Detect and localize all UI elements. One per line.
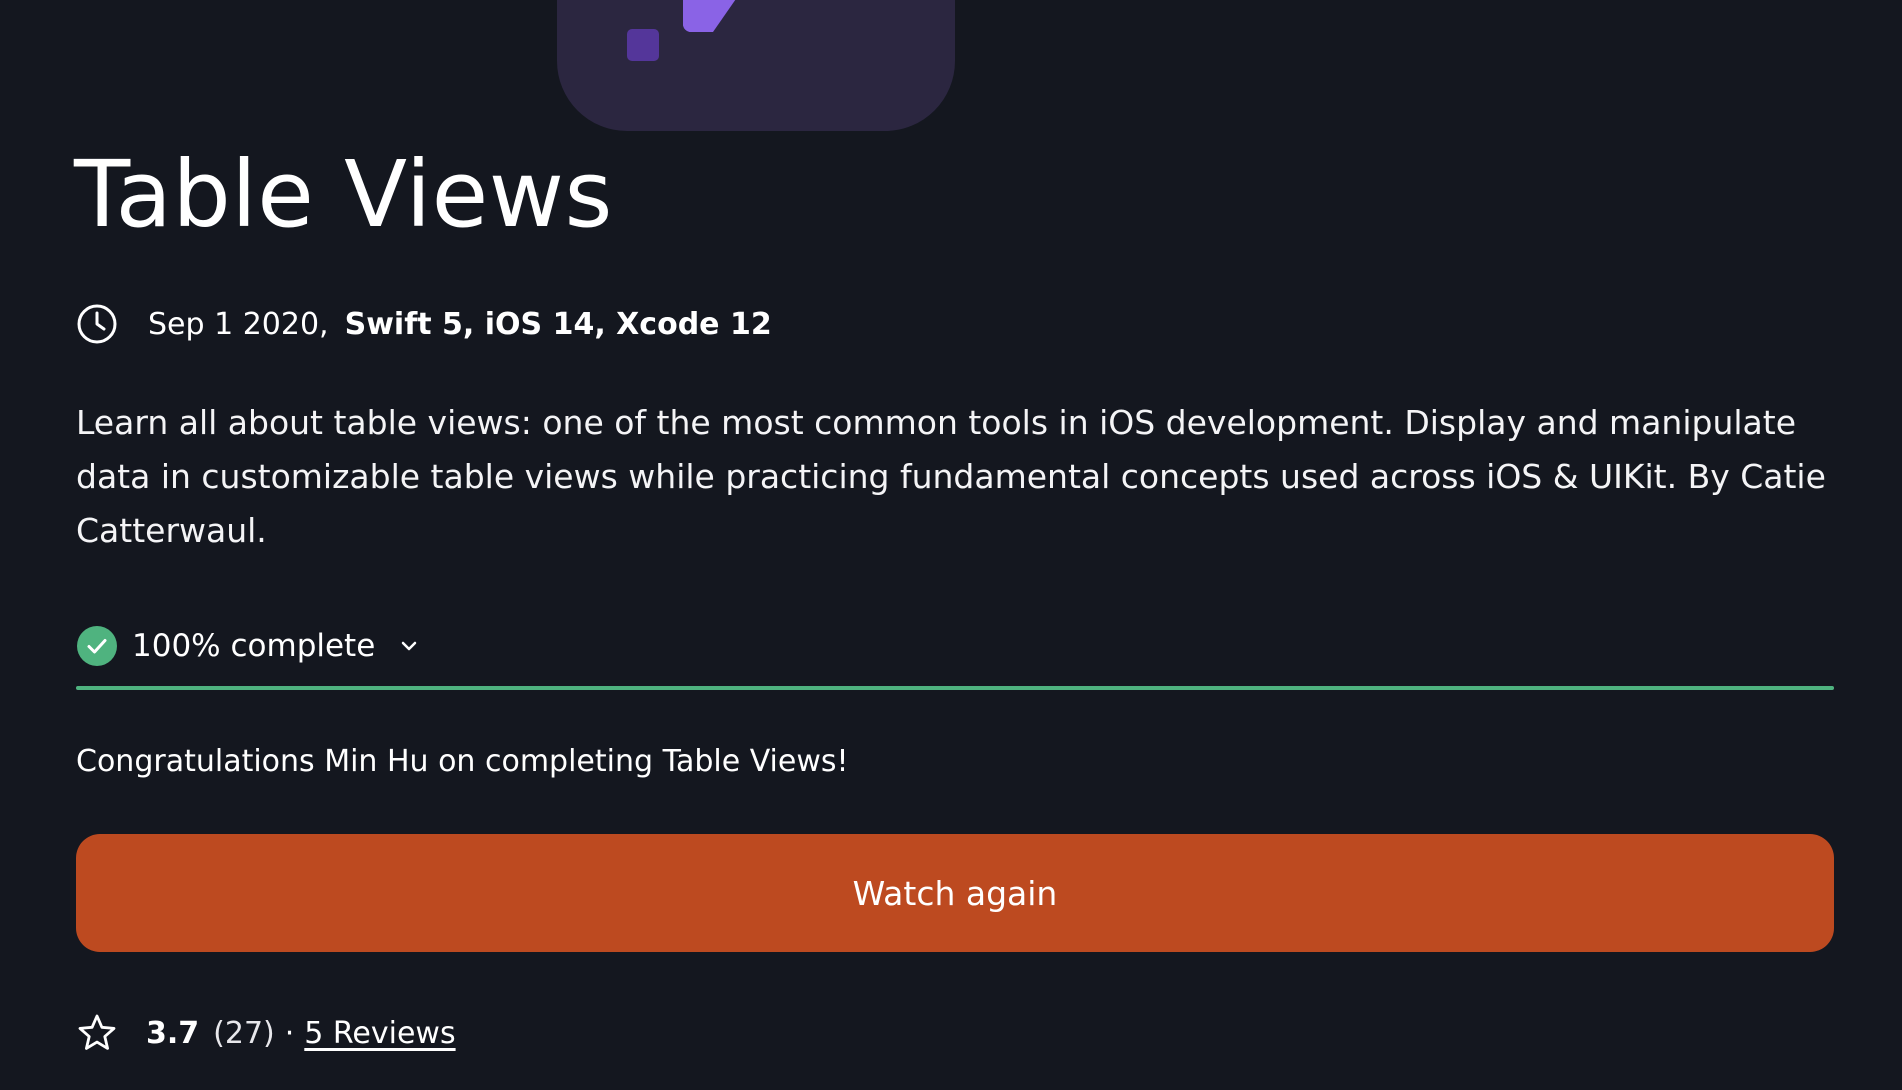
course-description: Learn all about table views: one of the … (76, 403, 1826, 550)
progress-dropdown[interactable]: 100% complete (76, 624, 419, 668)
reviews-link[interactable]: 5 Reviews (304, 1016, 455, 1051)
release-date: Sep 1 2020, (148, 306, 329, 342)
progress-label: 100% complete (132, 628, 376, 664)
course-meta: Sep 1 2020, Swift 5, iOS 14, Xcode 12 (76, 302, 772, 346)
course-artwork (557, 0, 955, 131)
course-detail-page: Table Views Sep 1 2020, Swift 5, iOS 14,… (0, 0, 1902, 1090)
star-outline-icon[interactable] (76, 1012, 118, 1054)
technology-versions: Swift 5, iOS 14, Xcode 12 (344, 306, 772, 342)
completion-message: Congratulations Min Hu on completing Tab… (76, 744, 849, 779)
clock-icon (77, 304, 117, 344)
progress-bar-fill (76, 686, 1834, 690)
watch-again-button[interactable]: Watch again (76, 834, 1834, 952)
progress-bar (76, 686, 1834, 690)
rating-count: (27) (213, 1015, 275, 1051)
artwork-square-shape (627, 29, 659, 61)
check-circle-icon (77, 626, 117, 666)
rating-separator: · (284, 1015, 295, 1051)
artwork-play-shape (683, 0, 763, 32)
page-title: Table Views (74, 141, 613, 248)
rating-score: 3.7 (146, 1015, 200, 1051)
chevron-down-icon (402, 641, 417, 651)
rating-summary: 3.7 (27) · 5 Reviews (76, 1010, 456, 1056)
